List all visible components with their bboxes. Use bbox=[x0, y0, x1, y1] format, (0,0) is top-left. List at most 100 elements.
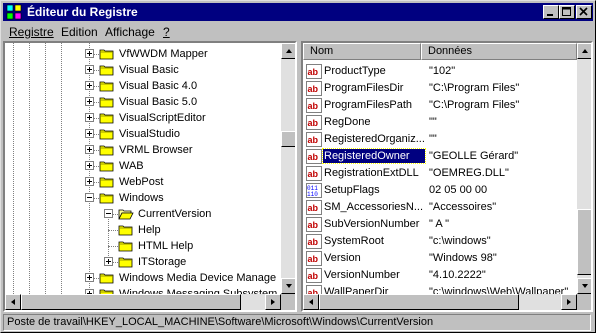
folder-icon bbox=[99, 65, 114, 76]
column-header-name[interactable]: Nom bbox=[303, 43, 421, 60]
window-title: Éditeur du Registre bbox=[27, 5, 138, 19]
tree-scroll-left-button[interactable] bbox=[5, 294, 21, 310]
tree-item-label: WebPost bbox=[119, 176, 164, 188]
menu-affichage[interactable]: Affichage bbox=[105, 25, 155, 39]
value-row[interactable]: ab RegisteredOrganiz... "" bbox=[303, 131, 577, 148]
svg-text:ab: ab bbox=[308, 254, 319, 264]
value-name: SubVersionNumber bbox=[324, 218, 420, 230]
menu-edition[interactable]: Edition bbox=[61, 25, 98, 39]
value-data: "Windows 98" bbox=[429, 252, 497, 264]
tree-item[interactable]: Windows bbox=[5, 190, 281, 206]
tree-scroll-thumb[interactable] bbox=[281, 131, 295, 147]
expand-icon[interactable] bbox=[85, 97, 94, 106]
svg-text:110: 110 bbox=[307, 191, 318, 198]
collapse-icon[interactable] bbox=[85, 193, 94, 202]
value-row[interactable]: ab ProductType "102" bbox=[303, 63, 577, 80]
values-scroll-left-button[interactable] bbox=[303, 294, 319, 310]
arrow-down-icon bbox=[582, 284, 588, 288]
expand-icon[interactable] bbox=[85, 161, 94, 170]
tree-item[interactable]: Visual Basic 4.0 bbox=[5, 78, 281, 94]
value-row[interactable]: ab RegisteredOwner "GEOLLE Gérard" bbox=[303, 148, 577, 165]
value-name: RegDone bbox=[324, 116, 371, 128]
value-row[interactable]: ab SubVersionNumber " A " bbox=[303, 216, 577, 233]
expand-icon[interactable] bbox=[85, 145, 94, 154]
value-row[interactable]: ab ProgramFilesDir "C:\Program Files" bbox=[303, 80, 577, 97]
tree-horizontal-scrollbar[interactable] bbox=[5, 294, 281, 310]
tree-hscroll-thumb[interactable] bbox=[21, 294, 241, 310]
tree-item[interactable]: ITStorage bbox=[5, 254, 281, 270]
value-row[interactable]: ab RegistrationExtDLL "OEMREG.DLL" bbox=[303, 165, 577, 182]
expand-icon[interactable] bbox=[104, 257, 113, 266]
tree-item[interactable]: VRML Browser bbox=[5, 142, 281, 158]
folder-icon bbox=[99, 161, 114, 172]
svg-text:ab: ab bbox=[308, 169, 319, 179]
tree-scroll-up-button[interactable] bbox=[281, 43, 295, 59]
folder-icon bbox=[118, 225, 133, 236]
column-header-data[interactable]: Données bbox=[421, 43, 577, 60]
arrow-right-icon bbox=[567, 299, 571, 305]
tree-item[interactable]: Help bbox=[5, 222, 281, 238]
menu-help[interactable]: ? bbox=[163, 25, 170, 39]
tree-item[interactable]: Visual Basic bbox=[5, 62, 281, 78]
menu-registre[interactable]: Registre bbox=[9, 25, 54, 39]
values-scroll-down-button[interactable] bbox=[577, 278, 591, 294]
minimize-button[interactable] bbox=[543, 5, 559, 19]
tree-item[interactable]: VisualStudio bbox=[5, 126, 281, 142]
tree-scroll-down-button[interactable] bbox=[281, 278, 295, 294]
column-header-data-label: Données bbox=[428, 45, 473, 57]
expand-icon[interactable] bbox=[85, 49, 94, 58]
values-vertical-scrollbar[interactable] bbox=[577, 43, 591, 294]
value-row[interactable]: ab RegDone "" bbox=[303, 114, 577, 131]
tree-item[interactable]: CurrentVersion bbox=[5, 206, 281, 222]
tree-vertical-scrollbar[interactable] bbox=[281, 43, 295, 294]
tree-item[interactable]: VfWWDM Mapper bbox=[5, 46, 281, 62]
title-bar[interactable]: Éditeur du Registre bbox=[3, 3, 593, 21]
tree-item-label: Windows bbox=[119, 192, 164, 204]
values-pane[interactable]: Nom Données ab ProductType "102" ab ProgramF… bbox=[301, 41, 593, 312]
values-scroll-thumb[interactable] bbox=[577, 209, 591, 275]
tree-item[interactable]: VisualScriptEditor bbox=[5, 110, 281, 126]
close-button[interactable] bbox=[576, 5, 592, 19]
folder-icon bbox=[99, 97, 114, 108]
expand-icon[interactable] bbox=[85, 177, 94, 186]
tree-item[interactable]: WebPost bbox=[5, 174, 281, 190]
tree-item[interactable]: WAB bbox=[5, 158, 281, 174]
values-scroll-right-button[interactable] bbox=[561, 294, 577, 310]
string-icon: ab bbox=[306, 251, 322, 266]
tree-item[interactable]: Windows Media Device Manage bbox=[5, 270, 281, 286]
tree-scroll-right-button[interactable] bbox=[265, 294, 281, 310]
svg-text:ab: ab bbox=[308, 84, 319, 94]
values-horizontal-scrollbar[interactable] bbox=[303, 294, 577, 310]
folder-icon bbox=[118, 241, 133, 252]
values-hscroll-thumb[interactable] bbox=[319, 294, 519, 310]
value-row[interactable]: ab SystemRoot "c:\windows" bbox=[303, 233, 577, 250]
value-row[interactable]: ab ProgramFilesPath "C:\Program Files" bbox=[303, 97, 577, 114]
value-row[interactable]: ab SM_AccessoriesN... "Accessoires" bbox=[303, 199, 577, 216]
value-data: 02 05 00 00 bbox=[429, 184, 488, 196]
value-row[interactable]: ab VersionNumber "4.10.2222" bbox=[303, 267, 577, 284]
key-tree-pane[interactable]: VfWWDM Mapper Visual Basic Visual Basic 4.… bbox=[3, 41, 297, 312]
svg-text:ab: ab bbox=[308, 118, 319, 128]
folder-icon bbox=[99, 113, 114, 124]
expand-icon[interactable] bbox=[85, 113, 94, 122]
maximize-button[interactable] bbox=[559, 5, 575, 19]
tree-item[interactable]: HTML Help bbox=[5, 238, 281, 254]
tree-item[interactable]: Visual Basic 5.0 bbox=[5, 94, 281, 110]
value-name: Version bbox=[324, 252, 361, 264]
registry-app-icon bbox=[6, 4, 22, 20]
values-scroll-up-button[interactable] bbox=[577, 43, 591, 59]
value-name: RegisteredOwner bbox=[322, 148, 426, 164]
tree-item-label: Help bbox=[138, 224, 161, 236]
collapse-icon[interactable] bbox=[104, 209, 113, 218]
value-data: "Accessoires" bbox=[429, 201, 497, 213]
value-data: "" bbox=[429, 116, 437, 128]
expand-icon[interactable] bbox=[85, 65, 94, 74]
status-path: Poste de travail\HKEY_LOCAL_MACHINE\Soft… bbox=[7, 316, 434, 328]
folder-icon bbox=[99, 145, 114, 156]
value-row[interactable]: ab Version "Windows 98" bbox=[303, 250, 577, 267]
value-row[interactable]: 011 110 SetupFlags 02 05 00 00 bbox=[303, 182, 577, 199]
expand-icon[interactable] bbox=[85, 81, 94, 90]
value-data: "4.10.2222" bbox=[429, 269, 486, 281]
expand-icon[interactable] bbox=[85, 273, 94, 282]
expand-icon[interactable] bbox=[85, 129, 94, 138]
